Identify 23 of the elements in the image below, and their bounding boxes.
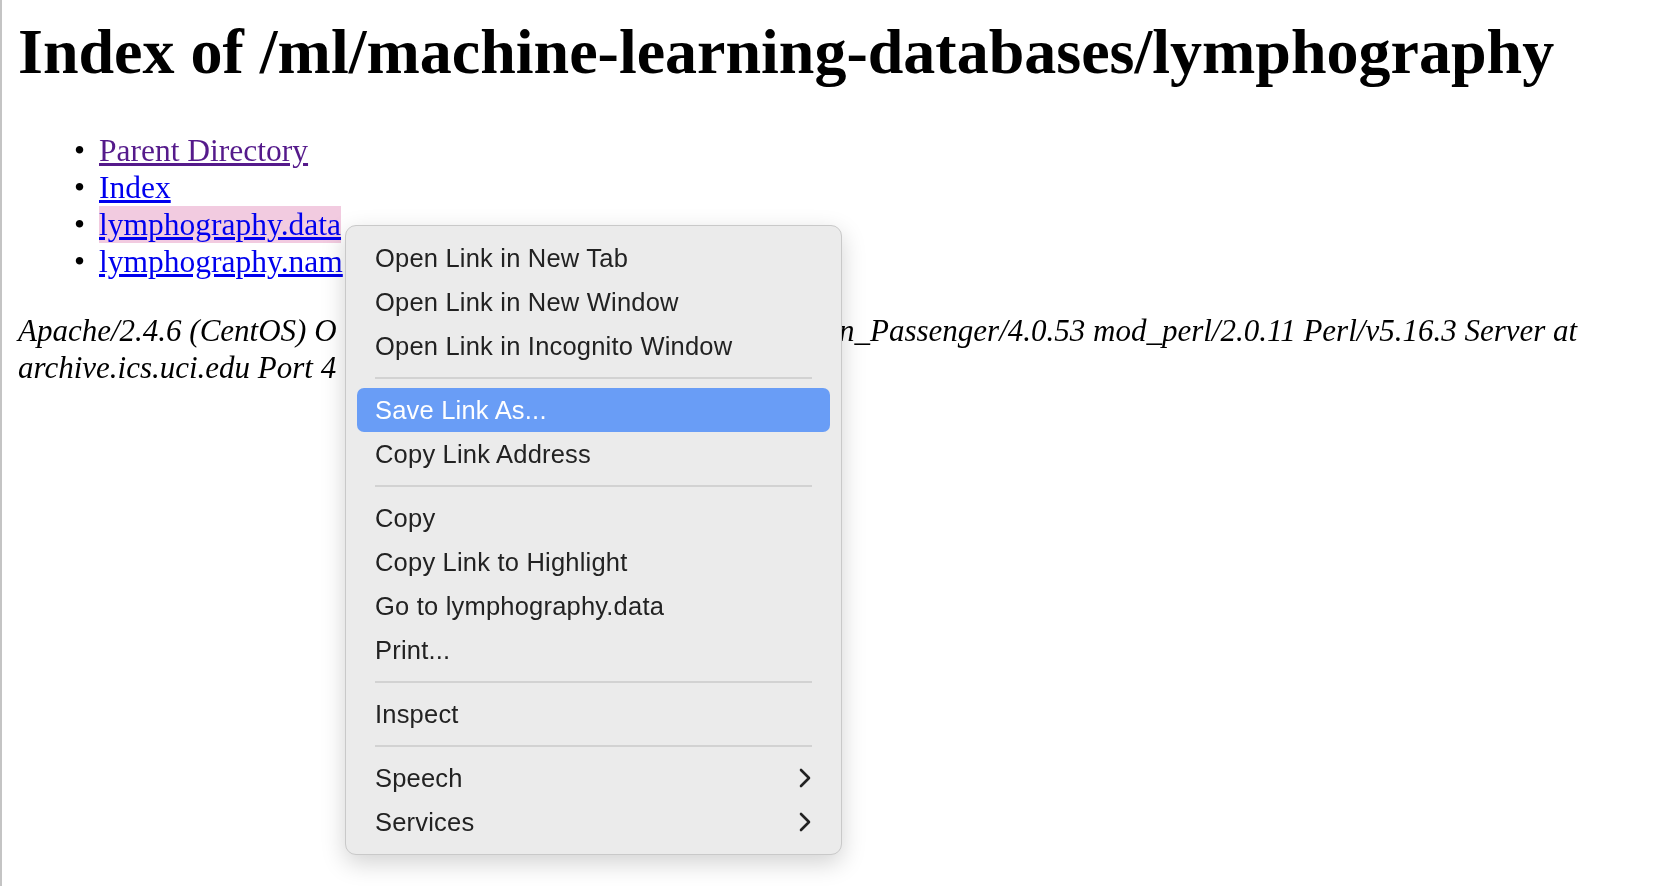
file-link[interactable]: lymphography.data <box>99 206 342 243</box>
menu-item[interactable]: Open Link in New Window <box>357 280 830 324</box>
menu-item[interactable]: Services <box>357 800 830 844</box>
bullet: • <box>74 132 87 169</box>
menu-item[interactable]: Open Link in New Tab <box>357 236 830 280</box>
menu-item[interactable]: Copy Link Address <box>357 432 830 476</box>
page-heading: Index of /ml/machine-learning-databases/lymphography <box>18 15 1556 89</box>
menu-item[interactable]: Go to lymphography.data <box>357 584 830 628</box>
menu-item[interactable]: Copy Link to Highlight <box>357 540 830 584</box>
bullet: • <box>74 169 87 206</box>
server-signature-text: n_Passenger/4.0.53 mod_perl/2.0.11 Perl/v5.16.3 Server at <box>839 312 1578 349</box>
bullet: • <box>74 243 87 280</box>
menu-item[interactable]: Copy <box>357 496 830 540</box>
bullet: • <box>74 206 87 243</box>
server-signature-text: Apache/2.4.6 (CentOS) O <box>18 312 337 349</box>
menu-item[interactable]: Speech <box>357 756 830 800</box>
server-signature-text: archive.ics.uci.edu Port 4 <box>18 349 337 386</box>
menu-item[interactable]: Inspect <box>357 692 830 736</box>
file-link[interactable]: Index <box>99 169 171 206</box>
file-link[interactable]: lymphography.nam <box>99 243 343 280</box>
menu-item[interactable]: Open Link in Incognito Window <box>357 324 830 368</box>
file-link[interactable]: Parent Directory <box>99 132 309 169</box>
menu-item[interactable]: Print... <box>357 628 830 672</box>
